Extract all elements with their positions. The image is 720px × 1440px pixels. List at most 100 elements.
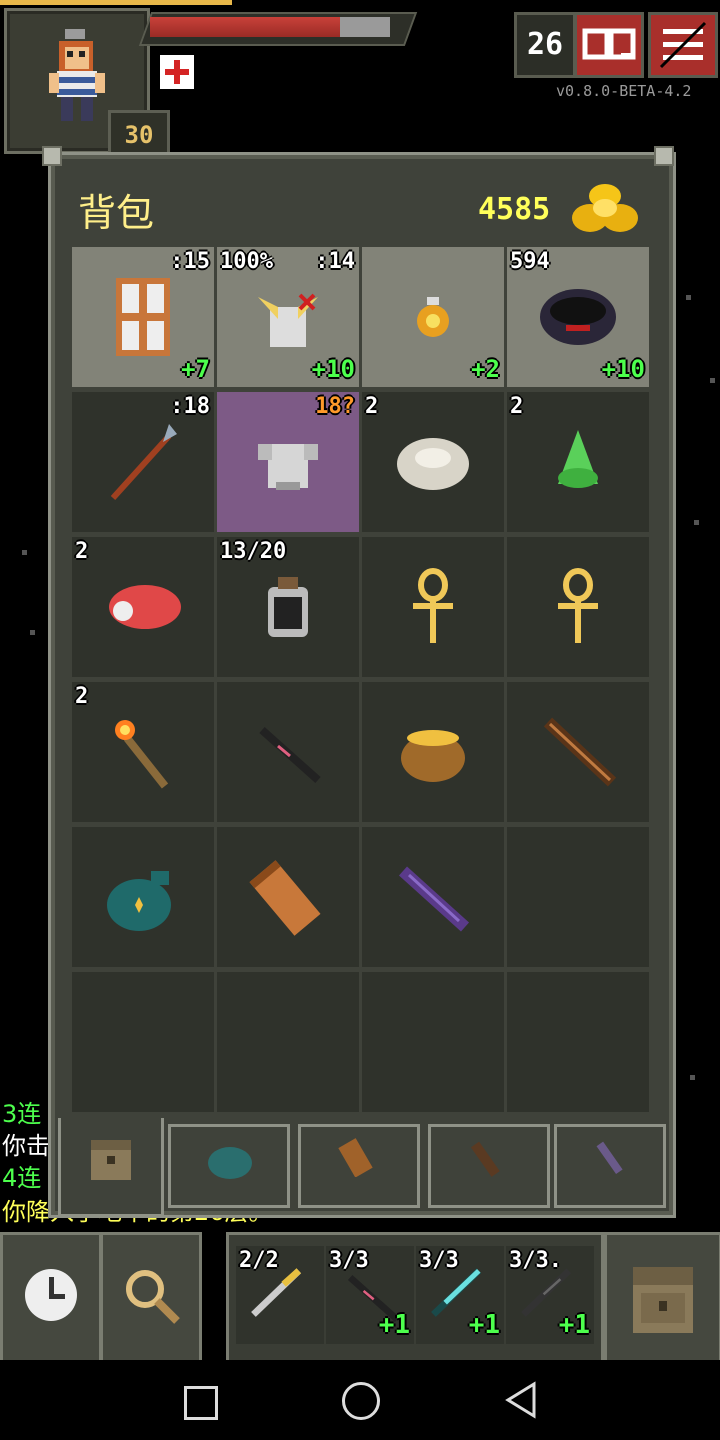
dark-wand-icon	[259, 727, 321, 783]
journal-icon	[582, 28, 636, 60]
upgrade-level-label: +1	[378, 1310, 410, 1340]
inventory-slot[interactable]	[217, 682, 359, 822]
backpack-icon	[633, 1267, 693, 1333]
slot-status-label: :15	[170, 249, 210, 274]
backpack-title: 背包	[78, 191, 155, 235]
recent-apps-button[interactable]	[184, 1386, 218, 1420]
background-star	[694, 520, 699, 525]
backpack-icon	[91, 1140, 131, 1180]
honey-pot-icon	[401, 730, 465, 782]
ankh-icon	[558, 568, 598, 643]
background-star	[30, 630, 35, 635]
bandolier-icon	[596, 1141, 623, 1175]
equipped-slot[interactable]: :15 +7	[72, 247, 214, 387]
quickslot[interactable]: 3/3 +1	[326, 1246, 414, 1344]
scroll-holder-icon	[338, 1138, 373, 1177]
panel-corner	[654, 146, 674, 166]
tab-potion-bandolier[interactable]	[554, 1124, 666, 1208]
inventory-button[interactable]	[604, 1232, 720, 1364]
inventory-slot[interactable]	[362, 537, 504, 677]
slot-status-label: :14	[315, 249, 355, 274]
empty-inventory-slot[interactable]	[217, 972, 359, 1112]
plate-armor-icon	[258, 444, 318, 490]
inventory-slot[interactable]: :18	[72, 392, 214, 532]
inventory-slot[interactable]	[217, 827, 359, 967]
quickslot[interactable]: 3/3. +1	[506, 1246, 594, 1344]
slot-status-label: :18	[170, 394, 210, 419]
inventory-slot[interactable]: 18?	[217, 392, 359, 532]
gold-amount: 4585	[478, 192, 551, 227]
slot-count-label: 2	[75, 684, 89, 709]
quickslot[interactable]: 3/3 +1	[416, 1246, 504, 1344]
back-button[interactable]	[502, 1380, 542, 1420]
white-seed-icon	[397, 438, 469, 490]
dew-vial-icon	[268, 577, 308, 637]
background-star	[22, 550, 27, 555]
quickslot[interactable]: 2/2	[236, 1246, 324, 1344]
inventory-slot[interactable]	[72, 827, 214, 967]
raw-meat-icon	[109, 585, 181, 629]
slot-count-label: 2	[510, 394, 524, 419]
equipped-slot[interactable]: 100%:14 +10	[217, 247, 359, 387]
tab-scroll-holder[interactable]	[298, 1124, 420, 1208]
equipped-slot[interactable]: +2	[362, 247, 504, 387]
slot-count-label: 13/20	[220, 539, 287, 564]
wand-holster-icon	[470, 1141, 500, 1177]
tab-wand-holster[interactable]	[428, 1124, 550, 1208]
green-seed-icon	[558, 430, 598, 488]
spear-icon	[110, 424, 177, 501]
slot-count-label: 2	[365, 394, 379, 419]
healing-buff-icon[interactable]	[160, 55, 194, 89]
winged-armor-icon	[258, 293, 318, 347]
gold-pile-icon	[572, 184, 638, 232]
experience-bar	[0, 0, 232, 5]
tab-pouch[interactable]	[168, 1124, 290, 1208]
empty-inventory-slot[interactable]	[507, 827, 649, 967]
background-star	[710, 378, 715, 383]
slot-status-label: 18?	[315, 394, 355, 419]
health-bar-fill	[150, 17, 340, 37]
log-line: 3连	[2, 1100, 42, 1128]
upgrade-level-label: +2	[471, 355, 500, 383]
inventory-slot[interactable]	[362, 827, 504, 967]
inventory-slot[interactable]: 2	[362, 392, 504, 532]
inventory-slot[interactable]: 2	[507, 392, 649, 532]
inventory-slot[interactable]: 13/20	[217, 537, 359, 677]
background-star	[690, 1075, 695, 1080]
wand-charges-label: 3/3	[419, 1248, 459, 1273]
depth-indicator[interactable]: 26	[514, 12, 576, 78]
ankh-icon	[413, 568, 453, 643]
dark-artifact-icon	[540, 289, 616, 345]
wand-charges-label: 3/3	[329, 1248, 369, 1273]
amulet-icon	[417, 297, 449, 337]
inventory-slot[interactable]	[507, 537, 649, 677]
inventory-slot[interactable]	[507, 682, 649, 822]
menu-button[interactable]	[648, 12, 718, 78]
magnifier-icon	[126, 1270, 180, 1324]
empty-inventory-slot[interactable]	[507, 972, 649, 1112]
panel-corner	[42, 146, 62, 166]
upgrade-level-label: +7	[181, 355, 210, 383]
upgrade-level-label: +1	[468, 1310, 500, 1340]
inventory-slot[interactable]: 2	[72, 537, 214, 677]
purple-wand-icon	[398, 866, 470, 932]
slot-count-label: 594	[510, 249, 550, 274]
background-star	[686, 295, 691, 300]
health-bar-shield	[340, 17, 390, 37]
tab-backpack[interactable]	[58, 1118, 164, 1217]
teal-pouch-icon	[107, 871, 171, 931]
empty-inventory-slot[interactable]	[362, 972, 504, 1112]
empty-inventory-slot[interactable]	[72, 972, 214, 1112]
upgrade-level-label: +10	[601, 355, 645, 383]
equipped-slot[interactable]: 594 +10	[507, 247, 649, 387]
inventory-slot[interactable]	[362, 682, 504, 822]
log-line: 你击	[2, 1132, 50, 1160]
search-button[interactable]	[100, 1232, 202, 1364]
wait-button[interactable]	[0, 1232, 102, 1364]
wand-charges-label: 3/3.	[509, 1248, 562, 1273]
pouch-icon	[208, 1147, 252, 1179]
journal-button[interactable]	[574, 12, 644, 78]
home-button[interactable]	[342, 1382, 380, 1420]
inventory-slot[interactable]: 2	[72, 682, 214, 822]
version-label: v0.8.0-BETA-4.2	[556, 82, 692, 100]
